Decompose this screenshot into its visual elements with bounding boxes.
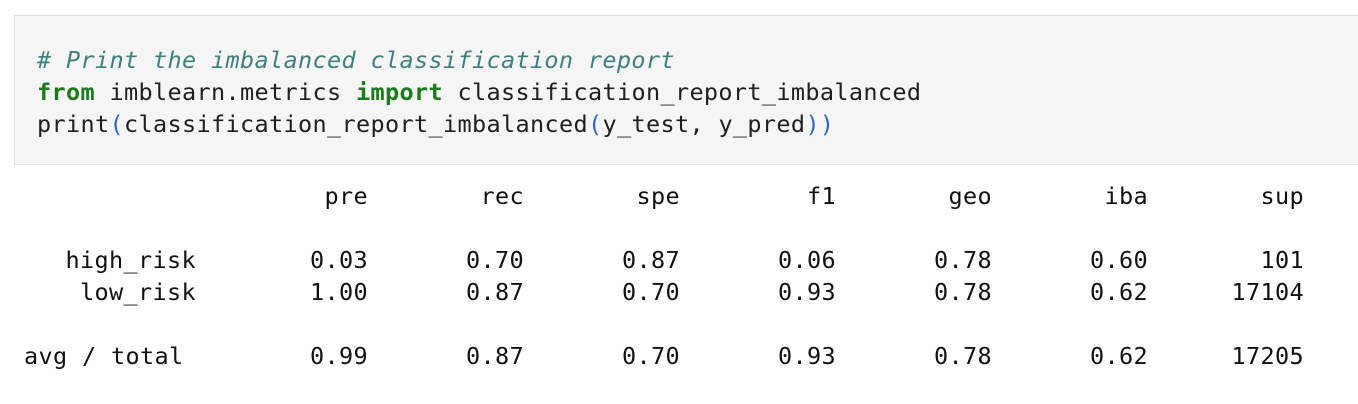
cell-low-risk-pre: 1.00: [310, 278, 368, 306]
open-paren-outer: (: [109, 110, 124, 138]
cell-avg-total-iba: 0.62: [1090, 342, 1148, 370]
header-rec: rec: [480, 182, 524, 210]
row-label-high-risk: high_risk: [65, 246, 196, 274]
code-line-print: print(classification_report_imbalanced(y…: [37, 108, 834, 140]
code-cell[interactable]: # Print the imbalanced classification re…: [14, 15, 1358, 165]
cell-high-risk-geo: 0.78: [934, 246, 992, 274]
header-iba: iba: [1104, 182, 1148, 210]
cell-high-risk-sup: 101: [1260, 246, 1304, 274]
code-comment: # Print the imbalanced classification re…: [37, 46, 675, 74]
imported-name: classification_report_imbalanced: [442, 78, 922, 106]
cell-avg-total-sup: 17205: [1231, 342, 1304, 370]
cell-high-risk-spe: 0.87: [622, 246, 680, 274]
cell-high-risk-iba: 0.60: [1090, 246, 1148, 274]
cell-avg-total-f1: 0.93: [778, 342, 836, 370]
cell-avg-total-spe: 0.70: [622, 342, 680, 370]
cell-avg-total-rec: 0.87: [466, 342, 524, 370]
cell-low-risk-spe: 0.70: [622, 278, 680, 306]
print-call: print: [37, 110, 110, 138]
cell-low-risk-geo: 0.78: [934, 278, 992, 306]
open-paren-inner: (: [587, 110, 603, 138]
module-name: imblearn.metrics: [95, 78, 356, 106]
cell-high-risk-rec: 0.70: [466, 246, 524, 274]
cell-output: pre rec spe f1 geo iba sup high_risk 0.0…: [0, 165, 1358, 404]
keyword-from: from: [37, 78, 95, 106]
cell-high-risk-f1: 0.06: [778, 246, 836, 274]
code-line-import: from imblearn.metrics import classificat…: [37, 76, 921, 108]
cell-avg-total-geo: 0.78: [934, 342, 992, 370]
header-f1: f1: [807, 182, 836, 210]
cell-low-risk-sup: 17104: [1231, 278, 1304, 306]
report-call: classification_report_imbalanced: [124, 110, 588, 138]
header-sup: sup: [1260, 182, 1304, 210]
header-pre: pre: [324, 182, 368, 210]
call-args: y_test, y_pred: [602, 110, 806, 138]
row-label-low-risk: low_risk: [80, 278, 196, 306]
cell-low-risk-f1: 0.93: [778, 278, 836, 306]
keyword-import: import: [355, 78, 443, 106]
close-parens: )): [805, 110, 835, 138]
cell-avg-total-pre: 0.99: [310, 342, 368, 370]
cell-low-risk-rec: 0.87: [466, 278, 524, 306]
header-spe: spe: [636, 182, 680, 210]
header-geo: geo: [948, 182, 992, 210]
row-label-avg-total: avg / total: [24, 342, 184, 370]
cell-low-risk-iba: 0.62: [1090, 278, 1148, 306]
cell-high-risk-pre: 0.03: [310, 246, 368, 274]
